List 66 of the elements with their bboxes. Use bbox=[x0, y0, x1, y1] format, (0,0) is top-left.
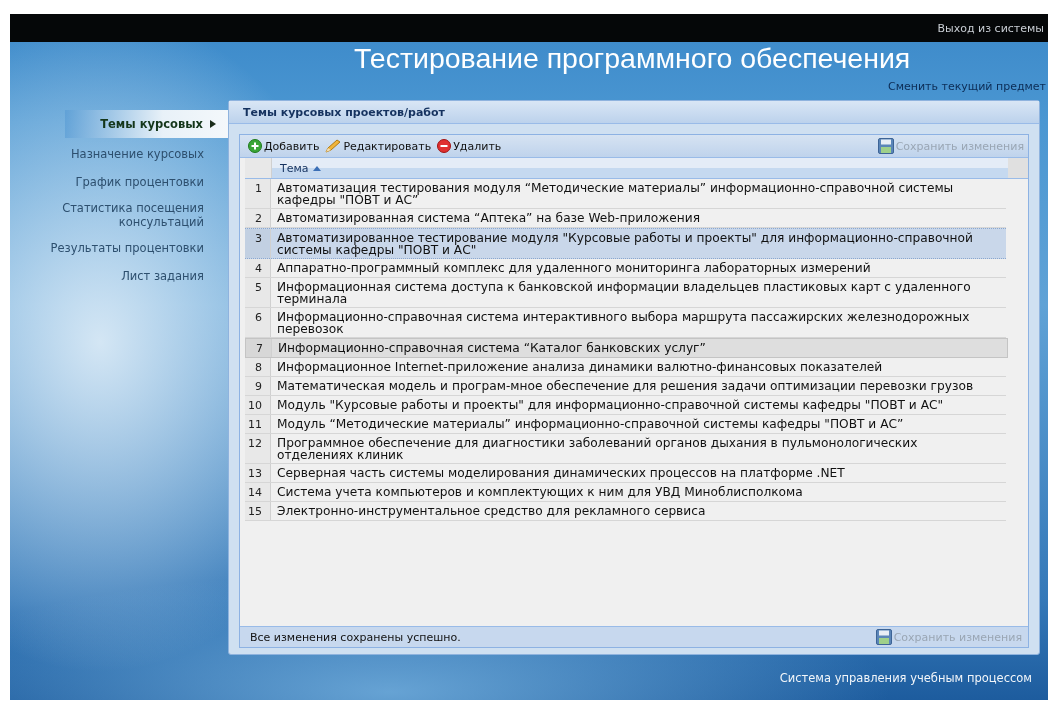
table-cell-text: Серверная часть системы моделирования динамических процессов на платформе .NET bbox=[276, 465, 846, 482]
table-row[interactable]: 9 Математическая модель и програм-мное обеспечение для решения задачи оптимизации перевозки грузов bbox=[245, 377, 1006, 396]
change-subject-link[interactable]: Сменить текущий предмет bbox=[888, 80, 1046, 93]
row-number: 10 bbox=[245, 396, 271, 414]
delete-button[interactable]: Удалить bbox=[437, 139, 502, 153]
row-number: 15 bbox=[245, 502, 271, 520]
row-number: 7 bbox=[246, 339, 272, 357]
pencil-icon bbox=[325, 139, 342, 153]
row-number: 12 bbox=[245, 434, 271, 463]
table-row[interactable]: 12 Программное обеспечение для диагностики заболеваний органов дыхания в пульмонологических отделениях клиник bbox=[245, 434, 1006, 464]
row-number: 1 bbox=[245, 179, 271, 208]
add-button[interactable]: Добавить bbox=[248, 139, 320, 153]
table-row[interactable]: 4 Аппаратно-программный комплекс для удаленного мониторинга лабораторных измерений bbox=[245, 259, 1006, 278]
caret-icon bbox=[210, 120, 216, 128]
row-number: 11 bbox=[245, 415, 271, 433]
sidebar-item[interactable]: Статистика посещения консультаций bbox=[10, 198, 228, 232]
table-cell-text: Аппаратно-программный комплекс для удаленного мониторинга лабораторных измерений bbox=[276, 260, 872, 277]
row-number: 6 bbox=[245, 308, 271, 337]
table-row[interactable]: 14 Система учета компьютеров и комплектующих к ним для УВД Миноблисполкома bbox=[245, 483, 1006, 502]
table-cell-text: Автоматизированная система “Аптека” на базе Web-приложения bbox=[276, 210, 701, 227]
table-cell-text: Автоматизация тестирования модуля “Методические материалы” информационно-справочной системы кафедры "ПОВТ и АС” bbox=[276, 180, 955, 208]
sidebar-item[interactable]: Назначение курсовых bbox=[10, 142, 228, 166]
status-message: Все изменения сохранены успешно. bbox=[250, 630, 461, 644]
table-cell-text: Система учета компьютеров и комплектующих к ним для УВД Миноблисполкома bbox=[276, 484, 804, 501]
table-row[interactable]: 10 Модуль "Курсовые работы и проекты" для информационно-справочной системы кафедры "ПОВТ и АС" bbox=[245, 396, 1006, 415]
row-number: 3 bbox=[245, 229, 271, 258]
table-row[interactable]: 3 Автоматизированное тестирование модуля "Курсовые работы и проекты" для информационно-справочной системы кафедры "ПОВТ и АС" bbox=[245, 228, 1006, 259]
table-cell-text: Модуль “Методические материалы” информационно-справочной системы кафедры "ПОВТ и АС” bbox=[276, 416, 905, 433]
table-row[interactable]: 11 Модуль “Методические материалы” информационно-справочной системы кафедры "ПОВТ и АС” bbox=[245, 415, 1006, 434]
logout-link[interactable]: Выход из системы bbox=[937, 21, 1048, 35]
row-number: 9 bbox=[245, 377, 271, 395]
table-row[interactable]: 5 Информационная система доступа к банковской информации владельцев пластиковых карт с удаленного терминала bbox=[245, 278, 1006, 308]
table-cell-text: Автоматизированное тестирование модуля "Курсовые работы и проекты" для информационно-справочной системы кафедры "ПОВТ и АС" bbox=[276, 230, 974, 258]
table-row[interactable]: 8 Информационное Internet-приложение анализа динамики валютно-финансовых показателей bbox=[245, 358, 1006, 377]
table-row[interactable]: 7 Информационно-справочная система “Каталог банковских услуг” bbox=[245, 338, 1008, 358]
minus-icon bbox=[437, 139, 452, 153]
row-number: 5 bbox=[245, 278, 271, 307]
table-cell-text: Информационно-справочная система интерактивного выбора маршрута пассажирских железнодорожных перевозок bbox=[276, 309, 971, 337]
sidebar-item[interactable]: Лист задания bbox=[10, 264, 228, 288]
table-cell-text: Математическая модель и програм-мное обеспечение для решения задачи оптимизации перевозки грузов bbox=[276, 378, 975, 395]
sidebar-item[interactable]: Результаты процентовки bbox=[10, 236, 228, 260]
sidebar-item[interactable]: График процентовки bbox=[10, 170, 228, 194]
table-row[interactable]: 6 Информационно-справочная система интерактивного выбора маршрута пассажирских железнодорожных перевозок bbox=[245, 308, 1006, 338]
table-cell-text: Модуль "Курсовые работы и проекты" для информационно-справочной системы кафедры "ПОВТ и АС" bbox=[276, 397, 945, 414]
sidebar-item[interactable]: Темы курсовых bbox=[65, 110, 228, 138]
table-row[interactable]: 15 Электронно-инструментальное средство для рекламного сервиса bbox=[245, 502, 1006, 521]
number-column-header bbox=[245, 158, 272, 178]
table-cell-text: Информационное Internet-приложение анализа динамики валютно-финансовых показателей bbox=[276, 359, 884, 376]
table-cell-text: Электронно-инструментальное средство для рекламного сервиса bbox=[276, 503, 707, 520]
edit-button[interactable]: Редактировать bbox=[325, 139, 432, 153]
row-number: 8 bbox=[245, 358, 271, 376]
panel-title: Темы курсовых проектов/работ bbox=[229, 101, 1039, 124]
scrollbar-header bbox=[1008, 158, 1028, 178]
table-cell-text: Программное обеспечение для диагностики заболеваний органов дыхания в пульмонологических отделениях клиник bbox=[276, 435, 919, 463]
row-number: 4 bbox=[245, 259, 271, 277]
table-row[interactable]: 2 Автоматизированная система “Аптека” на базе Web-приложения bbox=[245, 209, 1006, 228]
table-cell-text: Информационная система доступа к банковской информации владельцев пластиковых карт с удаленного терминала bbox=[276, 279, 972, 307]
table-row[interactable]: 1 Автоматизация тестирования модуля “Методические материалы” информационно-справочной системы кафедры "ПОВТ и АС” bbox=[245, 179, 1006, 209]
row-number: 14 bbox=[245, 483, 271, 501]
page-title: Тестирование программного обеспечения bbox=[354, 42, 911, 75]
plus-icon bbox=[248, 139, 262, 153]
table-cell-text: Информационно-справочная система “Каталог банковских услуг” bbox=[277, 340, 707, 357]
row-number: 13 bbox=[245, 464, 271, 482]
row-number: 2 bbox=[245, 209, 271, 227]
table-row[interactable]: 13 Серверная часть системы моделирования динамических процессов на платформе .NET bbox=[245, 464, 1006, 483]
footer-text: Система управления учебным процессом bbox=[779, 670, 1032, 685]
